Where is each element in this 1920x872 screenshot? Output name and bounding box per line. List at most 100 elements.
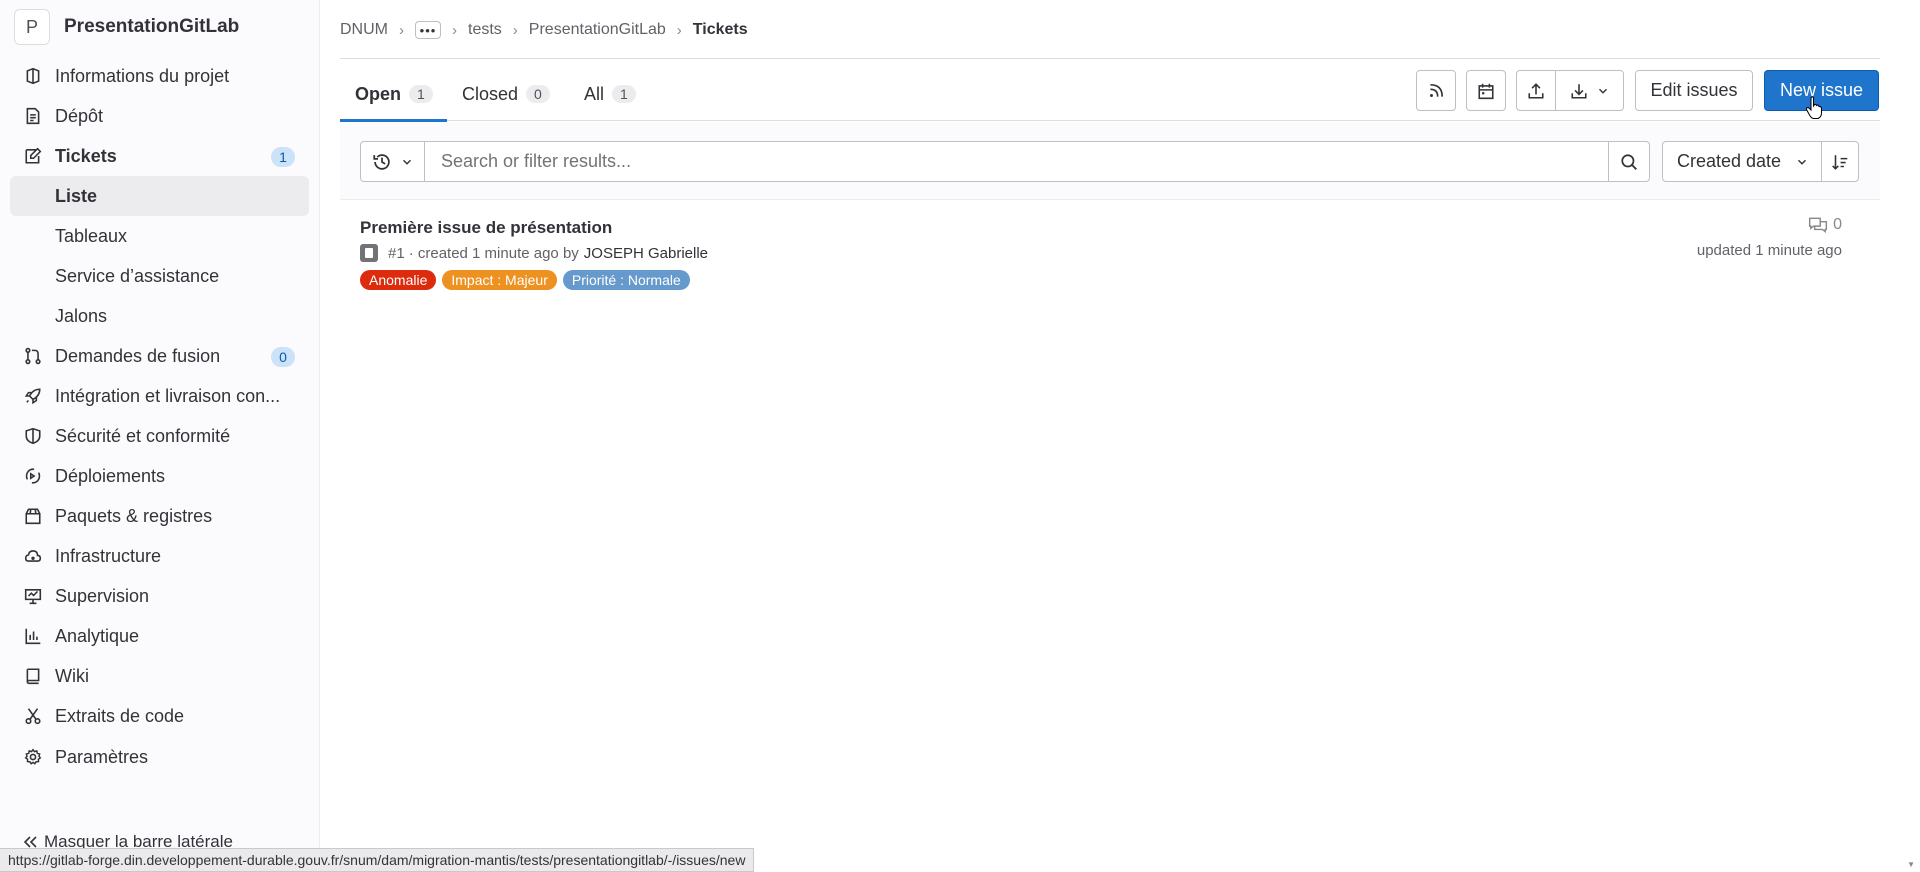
- search-icon: [1621, 153, 1637, 170]
- issue-created-text: · created 1 minute ago by: [408, 244, 579, 262]
- sidebar-item-label: Supervision: [55, 585, 150, 606]
- history-icon: [372, 153, 390, 170]
- snippet-icon: [25, 708, 41, 725]
- sort-label: Created date: [1677, 151, 1782, 171]
- rocket-icon: [24, 388, 41, 405]
- sidebar-item-project-info[interactable]: Informations du projet: [10, 56, 309, 96]
- sidebar-item-packages[interactable]: Paquets & registres: [10, 496, 309, 536]
- chevron-right-icon: ›: [452, 21, 457, 39]
- issue-meta: #1 · created 1 minute ago by JOSEPH Gabr…: [360, 244, 708, 262]
- label-anomalie[interactable]: Anomalie: [360, 270, 437, 290]
- sidebar-item-label: Jalons: [55, 305, 108, 326]
- header-divider: [340, 58, 1880, 59]
- project-header[interactable]: P PresentationGitLab: [14, 9, 239, 45]
- document-icon: [26, 107, 40, 125]
- search-button[interactable]: [1608, 141, 1650, 182]
- chevron-right-icon: ›: [512, 21, 518, 39]
- issue-row: Première issue de présentation #1 · crea…: [360, 214, 1860, 294]
- hand-cursor-icon: [1805, 96, 1822, 119]
- sidebar-item-milestones[interactable]: Jalons: [10, 296, 309, 336]
- export-button[interactable]: [1516, 70, 1556, 111]
- tab-label: Open: [355, 83, 402, 104]
- sidebar-item-monitor[interactable]: Supervision: [10, 576, 309, 616]
- search-history-button[interactable]: [360, 141, 425, 182]
- sidebar-item-label: Sécurité et conformité: [55, 425, 231, 446]
- tab-count: 0: [526, 85, 550, 103]
- tab-all[interactable]: All 1: [584, 67, 636, 121]
- project-avatar: P: [14, 9, 50, 45]
- monitor-icon: [24, 589, 42, 605]
- search-input[interactable]: Search or filter results...: [424, 141, 1609, 182]
- sort-dropdown[interactable]: Created date: [1662, 141, 1822, 182]
- edit-issues-button[interactable]: Edit issues: [1635, 70, 1753, 111]
- import-dropdown-button[interactable]: [1555, 70, 1624, 111]
- project-icon: [26, 67, 40, 85]
- sidebar-item-settings[interactable]: Paramètres: [10, 737, 309, 777]
- sidebar-item-issues[interactable]: Tickets 1: [10, 136, 309, 176]
- chart-icon: [25, 628, 41, 645]
- merge-request-icon: [25, 347, 41, 365]
- sidebar-item-label: Infrastructure: [55, 545, 162, 566]
- breadcrumb: DNUM › ••• › tests › PresentationGitLab …: [340, 19, 748, 41]
- settings-icon: [24, 748, 42, 765]
- double-chevron-left-icon: [23, 836, 37, 848]
- tab-closed[interactable]: Closed 0: [462, 67, 550, 121]
- sidebar-item-label: Demandes de fusion: [55, 345, 221, 366]
- page-scrollbar[interactable]: ▼: [1902, 0, 1920, 872]
- label-priority[interactable]: Priorité : Normale: [562, 270, 690, 290]
- rss-button[interactable]: [1416, 70, 1456, 111]
- sidebar-item-label: Informations du projet: [55, 65, 230, 86]
- chevron-right-icon: ›: [676, 21, 682, 39]
- sidebar-item-snippets[interactable]: Extraits de code: [10, 696, 309, 736]
- breadcrumb-project[interactable]: PresentationGitLab: [529, 21, 666, 39]
- shield-icon: [25, 427, 41, 445]
- sidebar-item-label: Intégration et livraison con...: [55, 385, 281, 406]
- breadcrumb-current[interactable]: Tickets: [693, 21, 748, 39]
- sidebar-item-wiki[interactable]: Wiki: [10, 656, 309, 696]
- sidebar-item-label: Paramètres: [55, 746, 149, 767]
- issues-icon: [25, 147, 42, 164]
- sidebar-item-list[interactable]: Liste: [10, 176, 309, 216]
- sidebar-item-security[interactable]: Sécurité et conformité: [10, 416, 309, 456]
- scroll-down-arrow-icon[interactable]: ▼: [1907, 860, 1915, 869]
- issue-comments[interactable]: 0: [1808, 216, 1842, 234]
- sidebar-item-analytics[interactable]: Analytique: [10, 616, 309, 656]
- calendar-icon: [1478, 83, 1494, 99]
- issue-type-icon: [360, 244, 378, 262]
- breadcrumb-ellipsis-button[interactable]: •••: [415, 21, 441, 39]
- breadcrumb-group[interactable]: tests: [468, 21, 502, 39]
- project-name: PresentationGitLab: [64, 16, 240, 37]
- package-icon: [25, 508, 41, 525]
- deployments-icon: [25, 468, 41, 484]
- sidebar-item-label: Extraits de code: [55, 705, 185, 726]
- upload-icon: [1528, 82, 1544, 99]
- issue-labels: Anomalie Impact : Majeur Priorité : Norm…: [360, 270, 696, 290]
- sidebar-item-label: Tableaux: [55, 225, 128, 246]
- sidebar-item-service-desk[interactable]: Service d’assistance: [10, 256, 309, 296]
- filter-bar: Search or filter results... Created date: [340, 122, 1880, 200]
- sort-lowest-icon: [1832, 154, 1848, 170]
- issue-title-link[interactable]: Première issue de présentation: [360, 218, 612, 238]
- sort-direction-button[interactable]: [1821, 141, 1859, 182]
- sidebar-item-boards[interactable]: Tableaux: [10, 216, 309, 256]
- sidebar-item-infrastructure[interactable]: Infrastructure: [10, 536, 309, 576]
- tab-count: 1: [409, 85, 433, 103]
- breadcrumb-root[interactable]: DNUM: [340, 21, 388, 39]
- download-icon: [1570, 83, 1587, 99]
- issue-author-link[interactable]: JOSEPH Gabrielle: [584, 245, 708, 262]
- rss-icon: [1430, 83, 1444, 97]
- sidebar-item-label: Paquets & registres: [55, 505, 213, 526]
- sidebar-item-merge-requests[interactable]: Demandes de fusion 0: [10, 336, 309, 376]
- sidebar-item-label: Liste: [55, 185, 98, 206]
- sidebar-item-label: Service d’assistance: [55, 265, 220, 286]
- calendar-button[interactable]: [1466, 70, 1506, 111]
- sidebar-item-ci-cd[interactable]: Intégration et livraison con...: [10, 376, 309, 416]
- comments-count: 0: [1833, 216, 1842, 233]
- sidebar-item-label: Tickets: [55, 145, 117, 166]
- sidebar-item-deployments[interactable]: Déploiements: [10, 456, 309, 496]
- issue-updated: updated 1 minute ago: [1696, 242, 1842, 259]
- label-impact[interactable]: Impact : Majeur: [442, 270, 557, 290]
- tab-open[interactable]: Open 1: [355, 67, 433, 121]
- chevron-down-icon: [1598, 88, 1607, 94]
- sidebar-item-repository[interactable]: Dépôt: [10, 96, 309, 136]
